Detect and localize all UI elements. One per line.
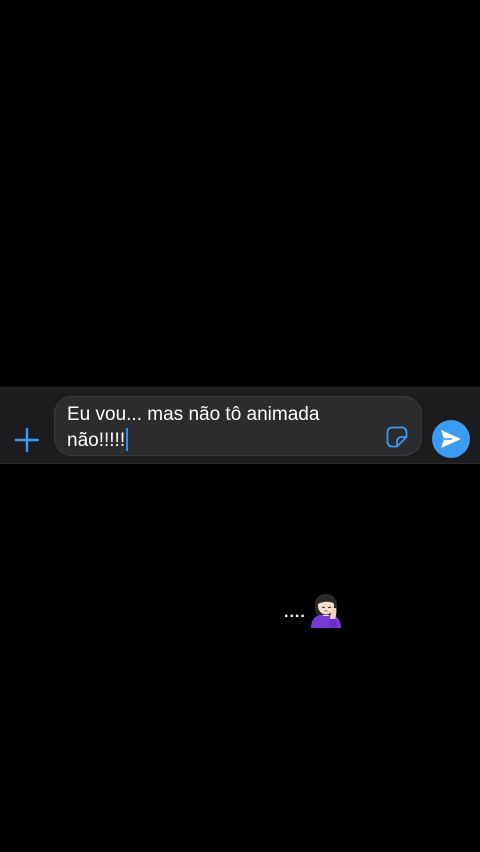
woman-facepalming-emoji-icon: [308, 592, 344, 628]
caption-dots: ....: [284, 604, 306, 621]
message-input-text: Eu vou... mas não tô animada não!!!!!: [67, 404, 320, 451]
sticker-icon: [386, 426, 408, 448]
message-composer-bar: Eu vou... mas não tô animada não!!!!!: [0, 387, 480, 464]
plus-icon: [14, 427, 40, 453]
story-caption: ....: [284, 592, 344, 628]
paper-plane-icon: [441, 430, 461, 448]
text-cursor: [126, 428, 129, 451]
message-input[interactable]: Eu vou... mas não tô animada não!!!!!: [54, 396, 422, 456]
sticker-button[interactable]: [385, 425, 409, 449]
send-button[interactable]: [432, 420, 470, 458]
attach-plus-button[interactable]: [12, 425, 42, 455]
